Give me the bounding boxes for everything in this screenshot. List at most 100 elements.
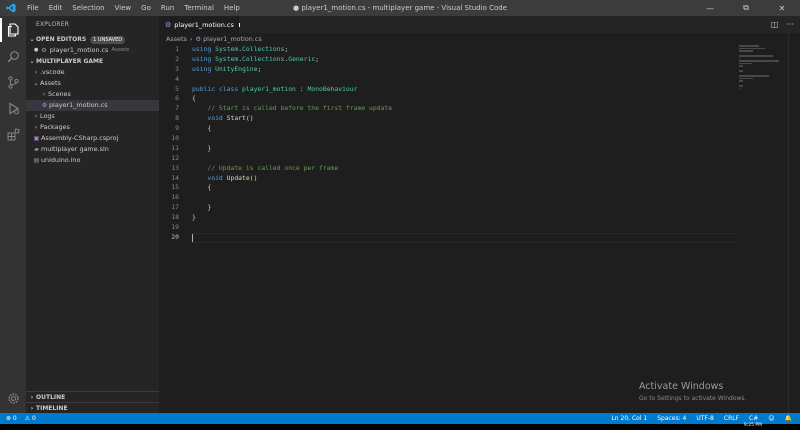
minimize-button[interactable]: — [692,0,728,16]
indentation-status[interactable]: Spaces: 4 [657,413,686,424]
minimap-line [739,62,752,64]
breadcrumb-folder[interactable]: Assets [166,33,187,45]
menu-terminal[interactable]: Terminal [179,0,219,16]
tree-item-assembly-csharp-csproj[interactable]: ▣ Assembly-CSharp.csproj [26,133,159,144]
tree-item-label: multiplayer game.sln [41,145,109,153]
code-line[interactable]: 20 [159,232,800,243]
menu-edit[interactable]: Edit [44,0,68,16]
outline-section[interactable]: › OUTLINE [26,391,159,402]
tree-item-scenes[interactable]: › Scenes [26,89,159,100]
code-line[interactable]: 9 { [159,124,800,134]
menu-view[interactable]: View [110,0,137,16]
tree-item-assets[interactable]: ⌄ Assets [26,78,159,89]
tree-item-multiplayer-game-sln[interactable]: ▰ multiplayer game.sln [26,144,159,155]
code-line[interactable]: 14 void Update() [159,174,800,184]
warnings-status[interactable]: ⚠ 0 [25,413,36,424]
editor-scrollbar[interactable] [788,33,800,413]
restore-button[interactable]: ⧉ [728,0,764,16]
tree-item-player1-motion-cs[interactable]: ⚙ player1_motion.cs [26,100,159,111]
tree-item-packages[interactable]: › Packages [26,122,159,133]
breadcrumb-file[interactable]: player1_motion.cs [203,33,262,45]
close-button[interactable]: ✕ [764,0,800,16]
code-line[interactable]: 8 void Start() [159,114,800,124]
encoding-status[interactable]: UTF-8 [696,413,714,424]
eol-status[interactable]: CRLF [724,413,739,424]
code-line[interactable]: 19 [159,223,800,233]
code-token: using [192,45,216,53]
line-text: // Start is called before the first fram… [192,104,392,114]
feedback-icon[interactable]: ☺ [768,413,774,424]
chevron-right-icon: › [34,69,38,76]
extensions-icon[interactable] [0,122,26,146]
chevron-down-icon: ⌄ [33,80,39,87]
line-text: using System.Collections.Generic; [192,55,319,65]
watermark-subtitle: Go to Settings to activate Windows. [639,395,747,402]
minimap[interactable] [739,45,784,89]
code-line[interactable]: 18} [159,213,800,223]
cs-file-icon: ⚙ [195,35,202,43]
code-line[interactable]: 2 using System.Collections.Generic; [159,55,800,65]
cs-file-icon: ⚙ [41,47,47,54]
code-line[interactable]: 13 // Update is called once per frame [159,164,800,174]
code-lines[interactable]: 1 using System.Collections; 2 using System.… [159,45,800,243]
line-number: 19 [171,223,179,232]
code-token: public class [192,84,243,93]
tree-item-label: .vscode [40,68,65,76]
code-line[interactable]: 16 [159,193,800,203]
settings-gear-icon[interactable] [0,386,26,410]
menu-file[interactable]: File [22,0,44,16]
tree-item--vscode[interactable]: › .vscode [26,67,159,78]
editor-tab[interactable]: ⚙ player1_motion.cs [159,16,239,33]
tree-item-uniduino-ino[interactable]: ▤ uniduino.ino [26,155,159,166]
unsaved-dot-icon[interactable]: ● [34,45,38,56]
open-editors-header[interactable]: ⌄ OPEN EDITORS 1 UNSAVED [26,34,159,45]
code-line[interactable]: 17 } [159,203,800,213]
split-editor-icon[interactable]: ◫ [771,20,779,29]
taskbar-clock[interactable]: 9:25 PM [744,423,762,428]
run-debug-icon[interactable] [0,96,26,120]
cursor-position[interactable]: Ln 20, Col 1 [611,413,647,424]
code-line[interactable]: 3 using UnityEngine; [159,65,800,75]
code-line[interactable]: 6{ [159,94,800,104]
line-text: } [192,213,196,223]
chevron-down-icon: ⌄ [29,36,35,43]
line-number: 10 [171,134,179,143]
menu-help[interactable]: Help [219,0,245,16]
errors-status[interactable]: ⊗ 0 [6,413,17,424]
current-line-highlight [189,232,735,243]
vscode-logo-icon[interactable] [0,0,22,16]
code-line[interactable]: 11 } [159,144,800,154]
code-line[interactable]: 5 public class player1_motion : MonoBehav… [159,85,800,95]
menu-run[interactable]: Run [156,0,179,16]
code-line[interactable]: 10 [159,134,800,144]
open-editor-name: player1_motion.cs [49,46,109,54]
status-left: ⊗ 0 ⚠ 0 [6,413,36,424]
menu-go[interactable]: Go [136,0,156,16]
code-token: ; [284,45,289,53]
tree-item-logs[interactable]: › Logs [26,111,159,122]
code-token: () [249,173,258,182]
breadcrumb-separator-icon: › [189,35,193,43]
open-editor-item[interactable]: ● ⚙ player1_motion.cs Assets [26,45,159,56]
project-header[interactable]: ⌄ MULTIPLAYER GAME [26,56,159,67]
code-line[interactable]: 4 [159,75,800,85]
code-line[interactable]: 7 // Start is called before the first fr… [159,104,800,114]
menu-selection[interactable]: Selection [67,0,109,16]
code-line[interactable]: 12 [159,154,800,164]
code-token: : [295,84,308,93]
tree-item-label: player1_motion.cs [49,101,108,109]
timeline-label: TIMELINE [36,404,68,412]
tab-label: player1_motion.cs [174,20,234,29]
timeline-section[interactable]: › TIMELINE [26,402,159,413]
notifications-bell-icon[interactable]: 🔔 [785,413,792,424]
code-token: } [192,203,212,212]
code-line[interactable]: 1 using System.Collections; [159,45,800,55]
search-icon[interactable] [0,44,26,68]
explorer-icon[interactable] [0,18,26,42]
source-control-icon[interactable] [0,70,26,94]
code-editor[interactable]: Assets › ⚙ player1_motion.cs 1 using Syst… [159,33,800,413]
more-actions-icon[interactable]: ··· [786,20,794,29]
solution-file-icon: ▰ [34,146,39,153]
code-line[interactable]: 15 { [159,183,800,193]
